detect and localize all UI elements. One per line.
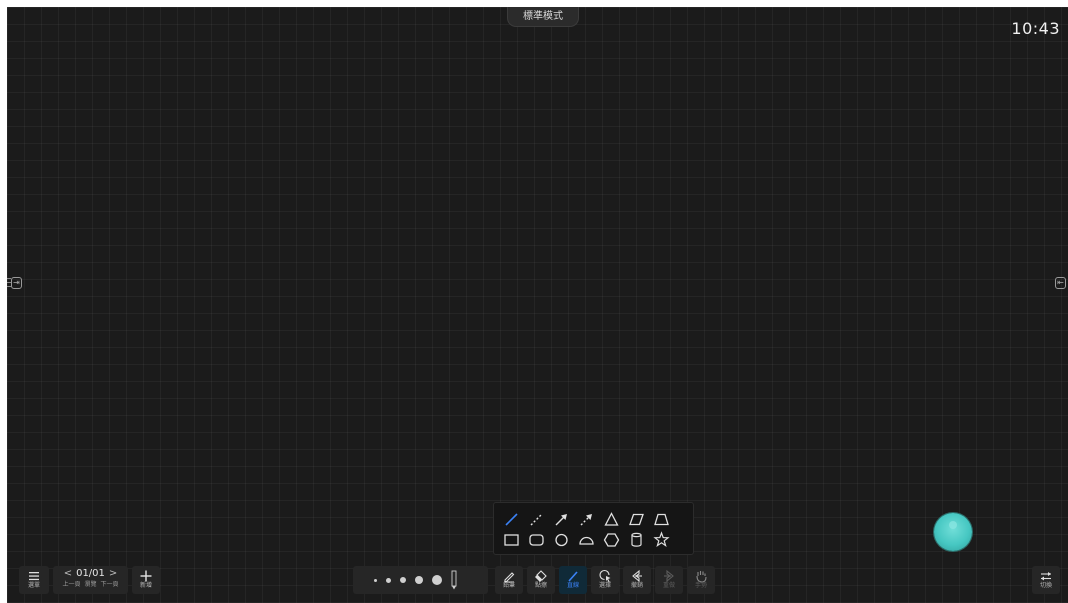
menu-icon [19, 568, 49, 582]
rounded-rectangle-shape-icon[interactable] [525, 530, 547, 549]
line-tool-icon [559, 568, 587, 582]
pen-width-5[interactable] [432, 575, 442, 585]
dashed-arrow-shape-icon[interactable] [575, 510, 597, 529]
parallelogram-shape-icon[interactable] [625, 510, 647, 529]
floating-assistant-ball[interactable] [934, 513, 972, 551]
tool-undo[interactable]: 撤銷 [623, 566, 651, 594]
next-page-icon[interactable]: > [109, 567, 117, 581]
triangle-shape-icon[interactable] [600, 510, 622, 529]
tool-undo-label: 撤銷 [630, 582, 643, 589]
left-panel-toggle-icon[interactable]: ⇥ [11, 277, 22, 289]
line-shape-icon[interactable] [500, 510, 522, 529]
switch-button[interactable]: 切換 [1032, 566, 1060, 594]
tool-line-label: 直線 [566, 582, 579, 589]
page-indicator[interactable]: 01/01 [76, 567, 105, 581]
shape-palette [493, 502, 694, 555]
tool-line[interactable]: 直線 [559, 566, 587, 594]
undo-icon [623, 568, 651, 583]
tool-select-label: 選擇 [598, 582, 611, 589]
tool-redo[interactable]: 重做 [655, 566, 683, 594]
prev-page-label[interactable]: 上一頁 [62, 581, 80, 589]
arrow-shape-icon[interactable] [550, 510, 572, 529]
tool-gesture-label: 手勢 [694, 582, 707, 589]
menu-button[interactable]: 選單 [19, 566, 49, 594]
rectangle-shape-icon[interactable] [500, 530, 522, 549]
floating-ball-highlight [949, 521, 957, 529]
pen-width-selector [353, 566, 488, 594]
mode-tab[interactable]: 標準模式 [507, 7, 579, 27]
next-page-label[interactable]: 下一頁 [101, 581, 119, 589]
switch-label: 切換 [1039, 582, 1052, 589]
select-icon [591, 568, 619, 582]
dashed-line-shape-icon[interactable] [525, 510, 547, 529]
gesture-icon [687, 568, 715, 583]
pencil-icon [495, 568, 523, 583]
pen-width-2[interactable] [386, 577, 391, 583]
shape-row-lines [500, 510, 687, 529]
whiteboard-canvas[interactable]: 標準模式 10:43 ⇥ ⇤ 選單 < 01/01 > 上一頁 瀏覽 下一頁 新… [7, 7, 1068, 603]
semicircle-shape-icon[interactable] [575, 530, 597, 549]
add-page-button[interactable]: 新增 [132, 566, 160, 594]
tool-gesture[interactable]: 手勢 [687, 566, 715, 594]
page-navigation: < 01/01 > 上一頁 瀏覽 下一頁 [53, 566, 128, 594]
browse-label[interactable]: 瀏覽 [84, 581, 96, 589]
plus-icon [132, 568, 160, 582]
pen-width-3[interactable] [400, 577, 406, 583]
pen-preview-icon [451, 570, 457, 590]
tool-pencil-label: 鉛筆 [502, 582, 515, 589]
tool-eraser[interactable]: 點擦 [527, 566, 555, 594]
star-shape-icon[interactable] [650, 530, 672, 549]
trapezoid-shape-icon[interactable] [650, 510, 672, 529]
hexagon-shape-icon[interactable] [600, 530, 622, 549]
redo-icon [655, 568, 683, 583]
eraser-icon [527, 568, 555, 582]
circle-shape-icon[interactable] [550, 530, 572, 549]
add-page-label: 新增 [139, 582, 152, 589]
clock: 10:43 [1011, 19, 1060, 38]
right-panel-toggle-icon[interactable]: ⇤ [1055, 277, 1066, 289]
pen-width-4[interactable] [415, 576, 423, 584]
shape-row-solids [500, 530, 687, 549]
menu-label: 選單 [27, 582, 40, 589]
pen-width-1[interactable] [374, 578, 377, 582]
tool-redo-label: 重做 [662, 582, 675, 589]
cylinder-shape-icon[interactable] [625, 530, 647, 549]
prev-page-icon[interactable]: < [64, 567, 72, 581]
switch-arrows-icon [1032, 568, 1060, 582]
tool-pencil[interactable]: 鉛筆 [495, 566, 523, 594]
tool-select[interactable]: 選擇 [591, 566, 619, 594]
tool-eraser-label: 點擦 [534, 582, 547, 589]
